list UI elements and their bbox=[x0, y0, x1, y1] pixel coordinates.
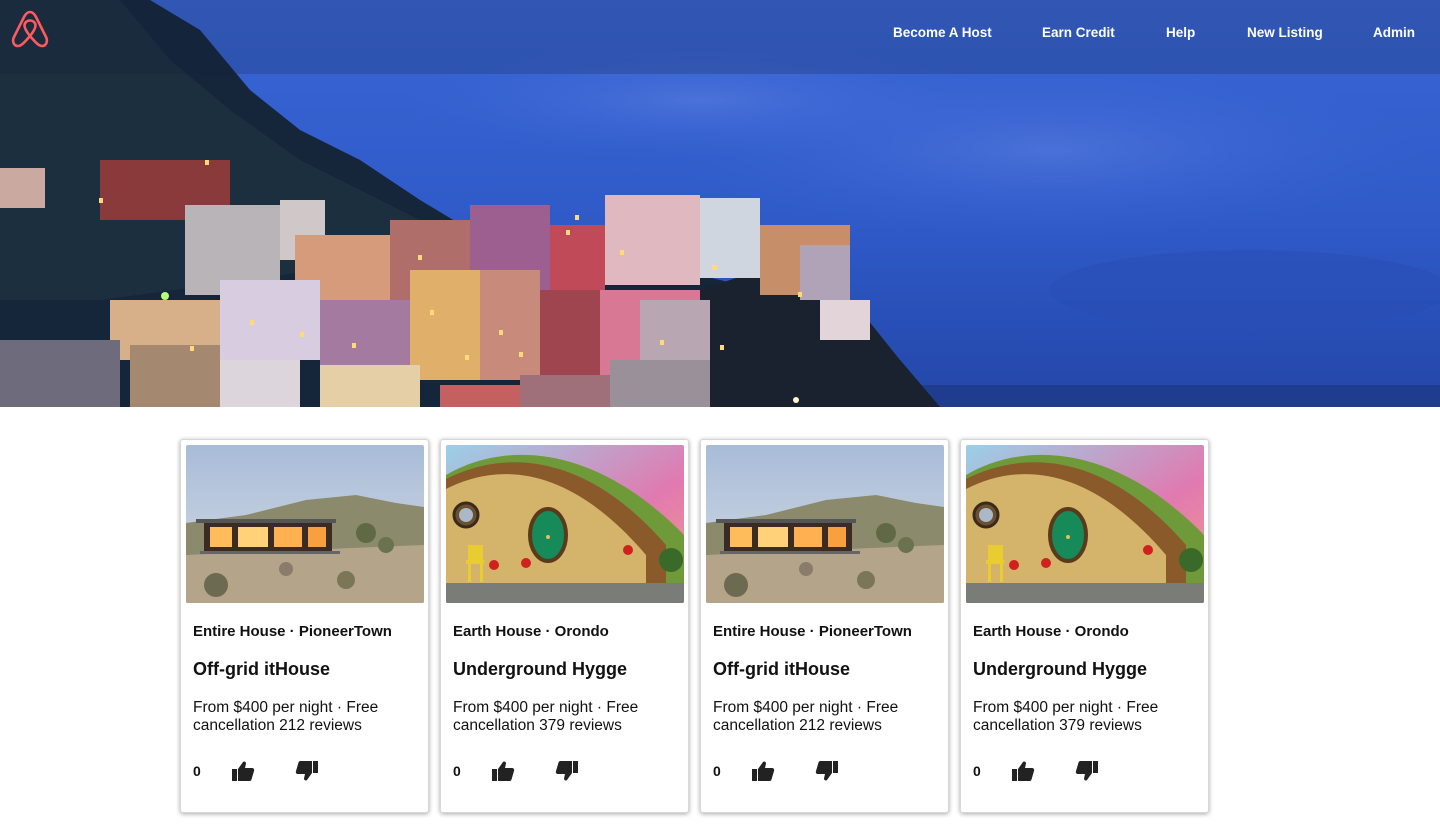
listing-card[interactable]: Earth House · Orondo Underground Hygge F… bbox=[440, 439, 689, 813]
top-navigation-bar bbox=[0, 0, 1440, 74]
listing-grid: Entire House · PioneerTown Off-grid itHo… bbox=[180, 439, 1209, 813]
listing-title[interactable]: Underground Hygge bbox=[453, 659, 627, 680]
listing-photo-desert-house[interactable] bbox=[186, 445, 424, 603]
thumbs-up-icon[interactable] bbox=[751, 760, 775, 782]
listing-card[interactable]: Entire House · PioneerTown Off-grid itHo… bbox=[700, 439, 949, 813]
listing-description: From $400 per night · Free cancellation … bbox=[973, 699, 1159, 734]
vote-count: 0 bbox=[193, 763, 201, 779]
nav-new-listing[interactable]: New Listing bbox=[1247, 25, 1323, 40]
listing-photo-hobbit-house[interactable] bbox=[446, 445, 684, 603]
thumbs-down-icon[interactable] bbox=[1075, 760, 1099, 782]
listing-title[interactable]: Off-grid itHouse bbox=[193, 659, 330, 680]
thumbs-up-icon[interactable] bbox=[231, 760, 255, 782]
listing-type: Entire House · PioneerTown bbox=[193, 623, 392, 640]
vote-count: 0 bbox=[453, 763, 461, 779]
airbnb-logo-icon[interactable] bbox=[10, 8, 50, 50]
listing-type: Entire House · PioneerTown bbox=[713, 623, 912, 640]
listing-photo-hobbit-house[interactable] bbox=[966, 445, 1204, 603]
listing-description: From $400 per night · Free cancellation … bbox=[193, 699, 379, 734]
listing-photo-desert-house[interactable] bbox=[706, 445, 944, 603]
thumbs-down-icon[interactable] bbox=[295, 760, 319, 782]
listing-title[interactable]: Off-grid itHouse bbox=[713, 659, 850, 680]
nav-admin[interactable]: Admin bbox=[1373, 25, 1415, 40]
nav-become-a-host[interactable]: Become A Host bbox=[893, 25, 992, 40]
thumbs-down-icon[interactable] bbox=[815, 760, 839, 782]
vote-count: 0 bbox=[713, 763, 721, 779]
listing-type: Earth House · Orondo bbox=[453, 623, 609, 640]
thumbs-up-icon[interactable] bbox=[1011, 760, 1035, 782]
nav-earn-credit[interactable]: Earn Credit bbox=[1042, 25, 1115, 40]
listing-card[interactable]: Entire House · PioneerTown Off-grid itHo… bbox=[180, 439, 429, 813]
thumbs-up-icon[interactable] bbox=[491, 760, 515, 782]
vote-count: 0 bbox=[973, 763, 981, 779]
listing-type: Earth House · Orondo bbox=[973, 623, 1129, 640]
listing-title[interactable]: Underground Hygge bbox=[973, 659, 1147, 680]
listing-description: From $400 per night · Free cancellation … bbox=[713, 699, 899, 734]
nav-help[interactable]: Help bbox=[1166, 25, 1195, 40]
thumbs-down-icon[interactable] bbox=[555, 760, 579, 782]
listing-card[interactable]: Earth House · Orondo Underground Hygge F… bbox=[960, 439, 1209, 813]
listing-description: From $400 per night · Free cancellation … bbox=[453, 699, 639, 734]
